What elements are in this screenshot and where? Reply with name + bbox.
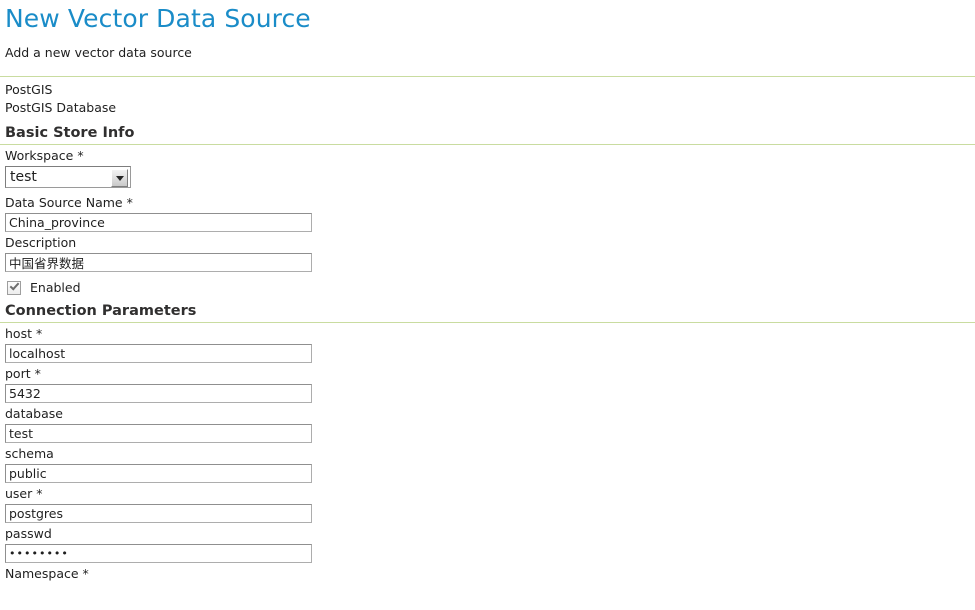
section-connection-parameters: Connection Parameters host * port * data… [0, 295, 975, 584]
passwd-label-text: passwd [5, 526, 52, 541]
workspace-label-text: Workspace [5, 148, 74, 163]
field-namespace: Namespace * [0, 563, 975, 584]
port-required-marker: * [34, 366, 41, 381]
field-description: Description [0, 232, 975, 272]
field-database: database [0, 403, 975, 443]
database-input[interactable] [5, 424, 312, 443]
port-input[interactable] [5, 384, 312, 403]
description-input[interactable] [5, 253, 312, 272]
workspace-label: Workspace * [5, 148, 975, 166]
database-label: database [5, 406, 975, 424]
enabled-checkbox[interactable] [7, 280, 21, 295]
field-host: host * [0, 323, 975, 363]
field-user: user * [0, 483, 975, 523]
host-label: host * [5, 326, 975, 344]
host-label-text: host [5, 326, 32, 341]
workspace-select[interactable]: test [5, 166, 131, 188]
namespace-label-text: Namespace [5, 566, 79, 581]
data-source-name-input[interactable] [5, 213, 312, 232]
field-port: port * [0, 363, 975, 403]
schema-label: schema [5, 446, 975, 464]
connection-parameters-heading: Connection Parameters [5, 303, 197, 319]
store-type-description: PostGIS Database [5, 100, 117, 115]
port-label-text: port [5, 366, 31, 381]
field-passwd: passwd [0, 523, 975, 563]
field-schema: schema [0, 443, 975, 483]
page-title: New Vector Data Source [5, 4, 311, 33]
check-icon [9, 280, 20, 291]
user-required-marker: * [36, 486, 43, 501]
workspace-select-box[interactable]: test [5, 166, 131, 188]
passwd-label: passwd [5, 526, 975, 544]
data-source-name-label-text: Data Source Name [5, 195, 123, 210]
port-label: port * [5, 366, 975, 384]
passwd-input[interactable] [5, 544, 312, 563]
schema-label-text: schema [5, 446, 54, 461]
enabled-checkbox-row[interactable]: Enabled [0, 272, 975, 295]
workspace-required-marker: * [77, 148, 84, 163]
host-required-marker: * [35, 326, 43, 341]
basic-store-info-heading: Basic Store Info [5, 125, 135, 141]
namespace-label: Namespace * [5, 566, 975, 584]
field-workspace: Workspace * test [0, 145, 975, 192]
store-type-block: PostGIS PostGIS Database [0, 77, 975, 117]
data-source-name-label: Data Source Name * [5, 195, 975, 213]
workspace-select-value: test [10, 169, 37, 185]
new-vector-data-source-page: New Vector Data Source Add a new vector … [0, 0, 975, 610]
user-label-text: user [5, 486, 33, 501]
enabled-checkbox-label: Enabled [30, 280, 81, 295]
data-source-name-required-marker: * [126, 195, 133, 210]
section-basic-store-info: Basic Store Info Workspace * test Data S… [0, 117, 975, 295]
description-label-text: Description [5, 235, 77, 250]
user-input[interactable] [5, 504, 312, 523]
user-label: user * [5, 486, 975, 504]
page-subtitle: Add a new vector data source [5, 45, 192, 60]
store-type-name: PostGIS [5, 82, 53, 97]
host-input[interactable] [5, 344, 312, 363]
description-label: Description [5, 235, 975, 253]
chevron-down-icon[interactable] [111, 169, 128, 187]
database-label-text: database [5, 406, 63, 421]
field-data-source-name: Data Source Name * [0, 192, 975, 232]
namespace-required-marker: * [82, 566, 89, 581]
schema-input[interactable] [5, 464, 312, 483]
